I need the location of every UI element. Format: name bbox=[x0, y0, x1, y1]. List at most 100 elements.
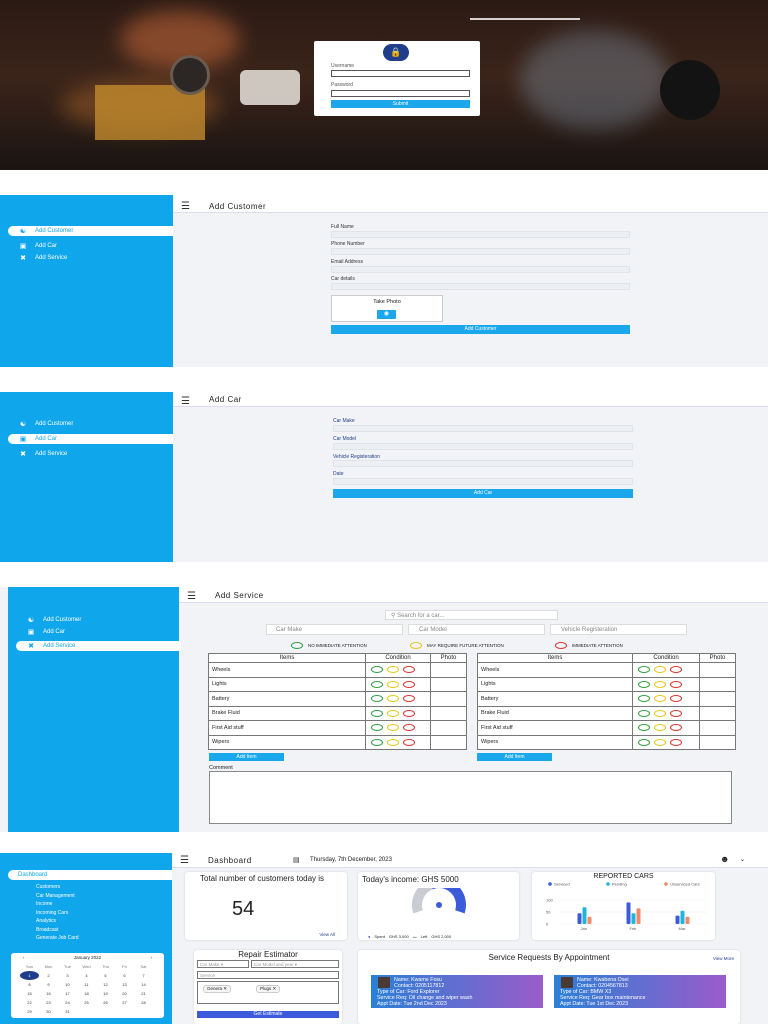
email-input[interactable] bbox=[331, 266, 630, 273]
photo-cell[interactable] bbox=[430, 720, 467, 736]
phone-input[interactable] bbox=[331, 248, 630, 255]
filter-vehicle-registration[interactable]: Vehicle Registeration bbox=[550, 624, 687, 635]
calendar-day[interactable]: 8 bbox=[20, 980, 39, 989]
take-photo-box[interactable]: Take Photo ◉ bbox=[331, 295, 443, 322]
username-input[interactable] bbox=[331, 70, 470, 77]
photo-cell[interactable] bbox=[430, 734, 467, 750]
add-car-button[interactable]: Add Car bbox=[333, 489, 633, 498]
tag-plugs[interactable]: Plugs ✕ bbox=[256, 985, 281, 993]
calendar-day[interactable]: 22 bbox=[20, 998, 39, 1007]
vehicle-registration-input[interactable] bbox=[333, 460, 633, 467]
add-item-button-right[interactable]: Add Item bbox=[477, 753, 552, 761]
condition-options[interactable] bbox=[365, 720, 431, 736]
close-icon[interactable]: ✕ bbox=[223, 986, 227, 991]
calendar-day[interactable]: 16 bbox=[39, 989, 58, 998]
view-more-link[interactable]: View More bbox=[713, 956, 734, 961]
nav-add-service[interactable]: ✖ Add Service bbox=[18, 253, 168, 263]
nav-add-car[interactable]: ▣ Add Car bbox=[26, 627, 176, 637]
calendar-day[interactable]: 2 bbox=[39, 971, 58, 980]
car-model-select[interactable]: Car Model and year ▾ bbox=[251, 960, 339, 968]
photo-cell[interactable] bbox=[699, 662, 736, 678]
view-all-link[interactable]: View All bbox=[319, 932, 335, 937]
photo-cell[interactable] bbox=[699, 734, 736, 750]
calendar-day[interactable]: 15 bbox=[20, 989, 39, 998]
nav-generate-job-card[interactable]: Generate Job Card bbox=[36, 934, 79, 943]
calendar-day[interactable]: 13 bbox=[115, 980, 134, 989]
calendar-day[interactable]: 14 bbox=[134, 980, 153, 989]
calendar-day[interactable]: 1 bbox=[20, 971, 39, 980]
nav-add-customer[interactable]: ☯ Add Customer bbox=[26, 615, 176, 625]
condition-options[interactable] bbox=[632, 676, 700, 692]
calendar-day[interactable]: 30 bbox=[39, 1007, 58, 1016]
photo-cell[interactable] bbox=[430, 705, 467, 721]
nav-add-car[interactable]: ▣ Add Car bbox=[18, 241, 168, 251]
add-customer-button[interactable]: Add Customer bbox=[331, 325, 630, 334]
calendar-day[interactable]: 23 bbox=[39, 998, 58, 1007]
calendar-day[interactable]: 6 bbox=[115, 971, 134, 980]
nav-customers[interactable]: Customers bbox=[36, 883, 79, 892]
condition-options[interactable] bbox=[365, 705, 431, 721]
filter-car-make[interactable]: Car Make bbox=[266, 624, 403, 635]
close-icon[interactable]: ✕ bbox=[273, 986, 277, 991]
calendar-day[interactable]: 3 bbox=[58, 971, 77, 980]
prev-month-icon[interactable]: ‹ bbox=[23, 955, 25, 960]
calendar-day[interactable]: 18 bbox=[77, 989, 96, 998]
condition-options[interactable] bbox=[632, 734, 700, 750]
car-model-input[interactable] bbox=[333, 443, 633, 450]
nav-incoming-cars[interactable]: Incoming Cars bbox=[36, 909, 79, 918]
car-make-input[interactable] bbox=[333, 425, 633, 432]
nav-income[interactable]: Income bbox=[36, 900, 79, 909]
calendar-day[interactable]: 9 bbox=[39, 980, 58, 989]
calendar-day[interactable]: 24 bbox=[58, 998, 77, 1007]
calendar-day[interactable]: 12 bbox=[96, 980, 115, 989]
calendar-day[interactable]: 29 bbox=[20, 1007, 39, 1016]
calendar-day[interactable]: 26 bbox=[96, 998, 115, 1007]
calendar-day[interactable]: 5 bbox=[96, 971, 115, 980]
calendar-day[interactable]: 11 bbox=[77, 980, 96, 989]
next-month-icon[interactable]: › bbox=[151, 955, 153, 960]
appointment-card[interactable]: Name: Kwame Fosu Contact: 0205117812 Typ… bbox=[371, 975, 543, 1008]
filter-car-model[interactable]: Car Model bbox=[408, 624, 545, 635]
date-input[interactable] bbox=[333, 478, 633, 485]
nav-add-car[interactable]: ▣ Add Car bbox=[8, 434, 173, 444]
menu-icon[interactable]: ☰ bbox=[181, 201, 190, 212]
nav-add-customer[interactable]: ☯ Add Customer bbox=[18, 419, 168, 429]
condition-options[interactable] bbox=[365, 734, 431, 750]
photo-cell[interactable] bbox=[430, 676, 467, 692]
nav-dashboard[interactable]: Dashboard bbox=[8, 870, 172, 880]
user-avatar-icon[interactable]: ☻ bbox=[720, 854, 729, 864]
condition-options[interactable] bbox=[365, 691, 431, 707]
calendar-day[interactable]: 17 bbox=[58, 989, 77, 998]
calendar-day[interactable]: 25 bbox=[77, 998, 96, 1007]
chevron-down-icon[interactable]: ⌄ bbox=[740, 856, 745, 863]
condition-options[interactable] bbox=[632, 705, 700, 721]
calendar-day[interactable]: 21 bbox=[134, 989, 153, 998]
get-estimate-button[interactable]: Get Estimate bbox=[197, 1011, 339, 1018]
nav-add-service[interactable]: ✖ Add Service bbox=[16, 641, 181, 651]
menu-icon[interactable]: ☰ bbox=[181, 396, 190, 407]
photo-cell[interactable] bbox=[699, 720, 736, 736]
condition-options[interactable] bbox=[365, 662, 431, 678]
appointment-card[interactable]: Name: Kwabena Osei Contact: 0204567813 T… bbox=[554, 975, 726, 1008]
password-input[interactable] bbox=[331, 90, 470, 97]
calendar-day[interactable]: 10 bbox=[58, 980, 77, 989]
camera-icon[interactable]: ◉ bbox=[377, 310, 396, 319]
calendar-day[interactable]: 4 bbox=[77, 971, 96, 980]
condition-options[interactable] bbox=[365, 676, 431, 692]
nav-car-management[interactable]: Car Management bbox=[36, 892, 79, 901]
service-tags[interactable]: Genera ✕ Plugs ✕ bbox=[197, 981, 339, 1004]
menu-icon[interactable]: ☰ bbox=[187, 591, 196, 602]
car-make-select[interactable]: Car Make ▾ bbox=[197, 960, 249, 968]
calendar-day[interactable]: 28 bbox=[134, 998, 153, 1007]
nav-add-service[interactable]: ✖ Add Service bbox=[18, 449, 168, 459]
condition-options[interactable] bbox=[632, 720, 700, 736]
nav-broadcast[interactable]: Broadcast bbox=[36, 926, 79, 935]
car-details-input[interactable] bbox=[331, 283, 630, 290]
tag-genera[interactable]: Genera ✕ bbox=[203, 985, 232, 993]
photo-cell[interactable] bbox=[699, 691, 736, 707]
condition-options[interactable] bbox=[632, 691, 700, 707]
nav-analytics[interactable]: Analytics bbox=[36, 917, 79, 926]
menu-icon[interactable]: ☰ bbox=[180, 855, 189, 866]
calendar-day[interactable]: 27 bbox=[115, 998, 134, 1007]
submit-button[interactable]: Submit bbox=[331, 100, 470, 108]
